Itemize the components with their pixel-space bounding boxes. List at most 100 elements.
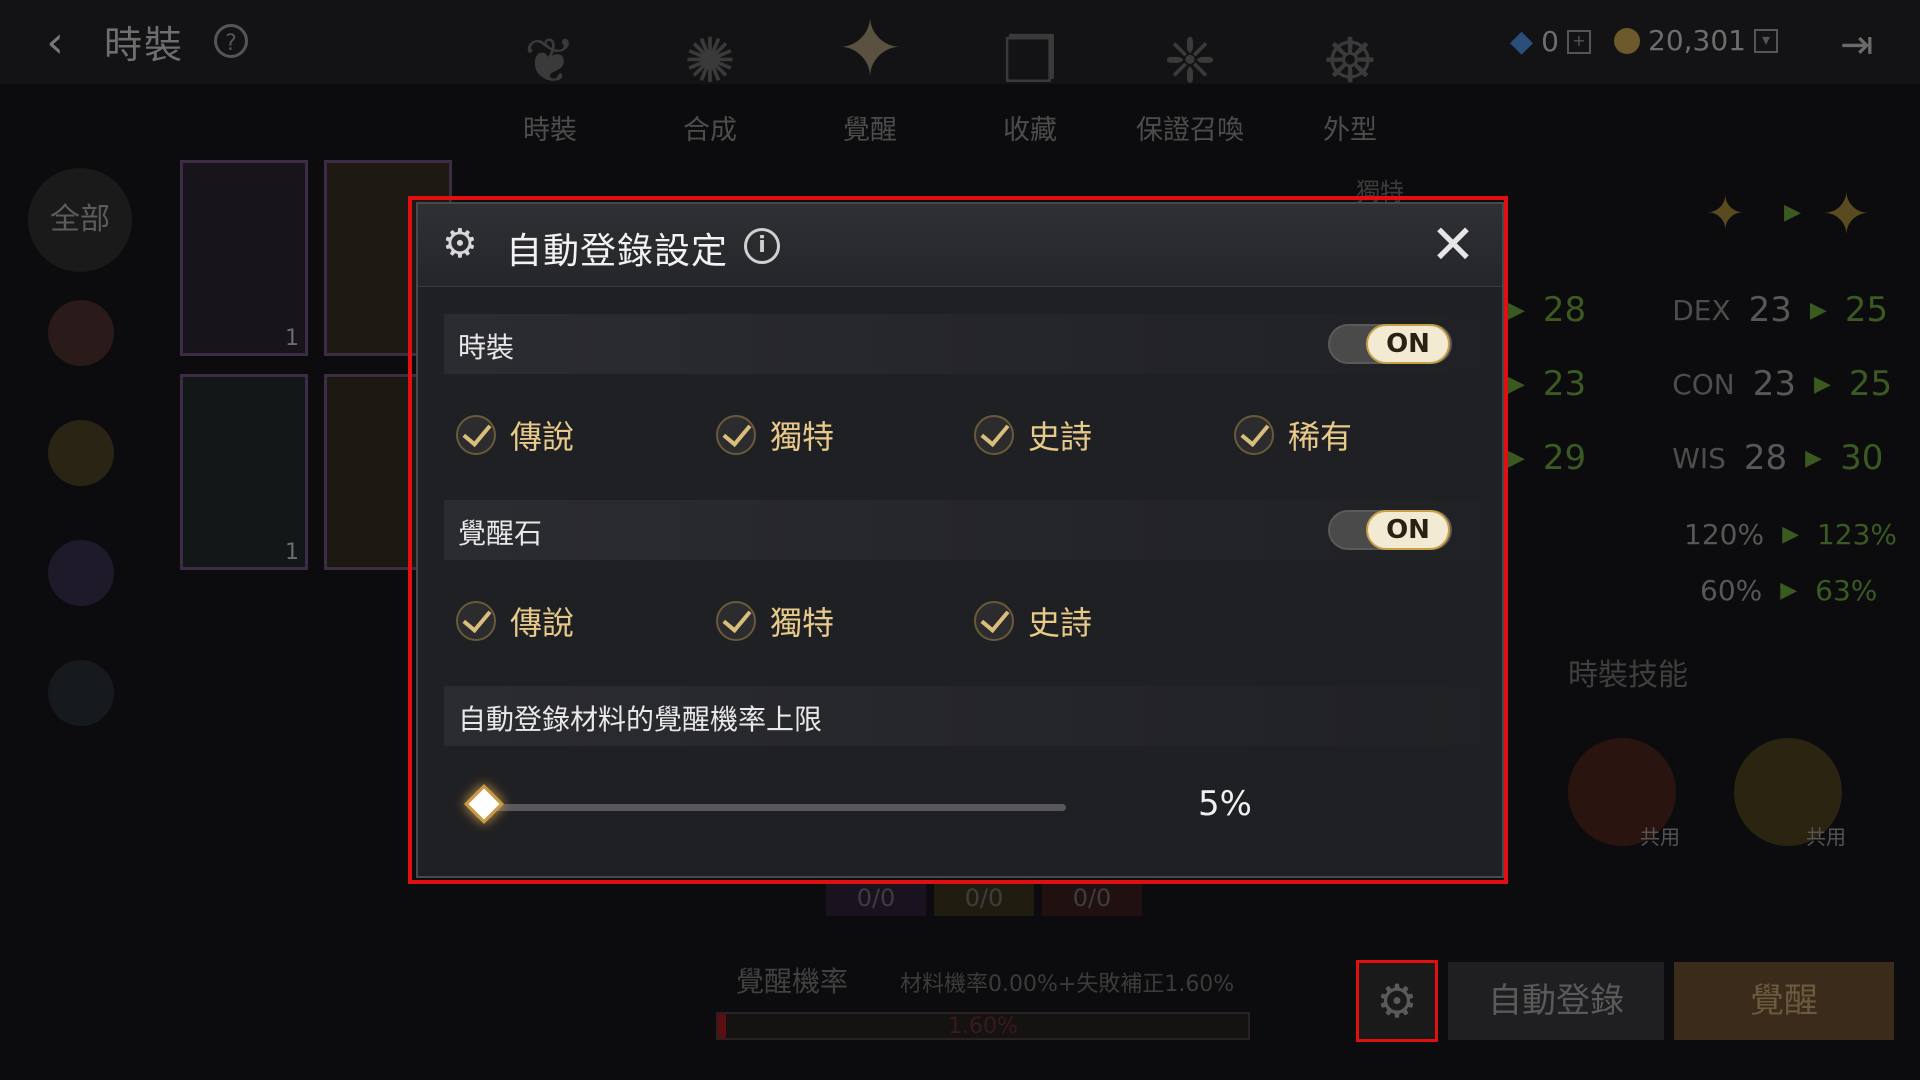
check-icon — [456, 415, 496, 455]
awaken-button[interactable]: 覺醒 — [1674, 962, 1894, 1040]
costume-toggle[interactable]: ON — [1328, 324, 1452, 364]
pct-to: 63% — [1815, 574, 1878, 607]
stat-label: WIS — [1672, 441, 1726, 475]
costume-card[interactable]: 1 — [180, 160, 308, 356]
stat-label: DEX — [1672, 293, 1731, 327]
checkbox-label: 傳說 — [510, 604, 575, 642]
filter-all-button[interactable]: 全部 — [28, 168, 132, 272]
stat-to: 28 — [1542, 290, 1587, 330]
auto-register-settings-button[interactable]: ⚙ — [1356, 960, 1438, 1042]
check-icon — [456, 601, 496, 641]
auto-register-button[interactable]: 自動登錄 — [1448, 962, 1664, 1040]
tab-costume[interactable]: ❦ 時裝 — [480, 26, 620, 147]
stat-pct-row: 60% ▶ 63% — [1700, 574, 1877, 607]
filter-grade-icon[interactable] — [48, 660, 114, 726]
checkbox-label: 獨特 — [770, 604, 835, 642]
filter-grade-icon[interactable] — [48, 300, 114, 366]
checkbox-stone-epic[interactable]: 史詩 — [974, 598, 1092, 644]
tab-label: 收藏 — [1003, 115, 1057, 146]
tab-synthesis[interactable]: ✺ 合成 — [640, 26, 780, 147]
stat-row: ▶ 23 CON 23 ▶ 25 — [1508, 364, 1892, 404]
checkbox-costume-rare[interactable]: 稀有 — [1234, 412, 1352, 458]
rate-limit-value: 5% — [1198, 784, 1252, 824]
tab-label: 合成 — [683, 115, 737, 146]
rate-limit-slider-track[interactable] — [486, 804, 1066, 811]
checkbox-label: 史詩 — [1028, 418, 1093, 456]
checkbox-stone-unique[interactable]: 獨特 — [716, 598, 834, 644]
awaken-tab-icon: ✦ — [836, 2, 904, 95]
checkbox-label: 史詩 — [1028, 604, 1093, 642]
costume-card[interactable]: 1 — [180, 374, 308, 570]
stat-pct-row: 120% ▶ 123% — [1684, 518, 1897, 551]
gold-amount: 20,301 — [1648, 24, 1746, 57]
material-slot[interactable]: 0/0 — [934, 880, 1034, 916]
checkbox-costume-unique[interactable]: 獨特 — [716, 412, 834, 458]
tab-guaranteed-summon[interactable]: ❈ 保證召喚 — [1120, 26, 1260, 147]
section-awakening-stone: 覺醒石 ON — [444, 500, 1480, 560]
stat-row: ▶ 28 DEX 23 ▶ 25 — [1508, 290, 1888, 330]
checkbox-label: 獨特 — [770, 418, 835, 456]
pct-from: 60% — [1700, 574, 1763, 607]
check-icon — [974, 601, 1014, 641]
checkbox-stone-legend[interactable]: 傳說 — [456, 598, 574, 644]
arrow-icon: ▶ — [1782, 522, 1799, 547]
back-arrow-icon[interactable]: ‹ — [30, 18, 80, 68]
arrow-icon: ▶ — [1508, 445, 1525, 471]
filter-grade-icon[interactable] — [48, 540, 114, 606]
tab-label: 時裝 — [523, 115, 577, 146]
tab-appearance[interactable]: ☸ 外型 — [1280, 26, 1420, 147]
add-gem-icon[interactable]: + — [1566, 29, 1591, 54]
star-icon: ✦ — [1706, 186, 1745, 240]
awaken-rate-bar-text: 1.60% — [948, 1014, 1018, 1039]
gem-currency: ◆ 0 + — [1510, 24, 1591, 59]
check-icon — [1234, 415, 1274, 455]
section-label: 自動登錄材料的覺醒機率上限 — [458, 703, 823, 736]
checkbox-label: 傳說 — [510, 418, 575, 456]
card-count: 1 — [285, 540, 299, 565]
stat-from: 23 — [1748, 290, 1792, 330]
toggle-knob: ON — [1366, 510, 1450, 550]
costume-tab-icon: ❦ — [524, 24, 576, 97]
gem-icon: ◆ — [1510, 24, 1534, 59]
arrow-icon: ▶ — [1508, 297, 1525, 323]
tab-label: 覺醒 — [843, 115, 897, 146]
checkbox-label: 稀有 — [1288, 418, 1353, 456]
coin-icon — [1614, 27, 1640, 54]
skill-icon[interactable]: 共用 — [1734, 738, 1846, 849]
close-icon[interactable]: ✕ — [1428, 218, 1478, 272]
summon-tab-icon: ❈ — [1164, 24, 1216, 97]
checkbox-costume-epic[interactable]: 史詩 — [974, 412, 1092, 458]
tab-label: 外型 — [1323, 115, 1377, 146]
filter-grade-icon[interactable] — [48, 420, 114, 486]
arrow-icon: ▶ — [1784, 200, 1801, 225]
skill-icon[interactable]: 共用 — [1568, 738, 1680, 849]
tab-awaken[interactable]: ✦ 覺醒 — [800, 2, 940, 147]
checkbox-costume-legend[interactable]: 傳說 — [456, 412, 574, 458]
stat-to: 29 — [1542, 438, 1587, 478]
arrow-icon: ▶ — [1780, 578, 1798, 603]
tab-collection[interactable]: ❐ 收藏 — [960, 26, 1100, 147]
dropdown-icon[interactable]: ▾ — [1753, 28, 1778, 53]
gem-amount: 0 — [1541, 25, 1559, 58]
section-rate-limit: 自動登錄材料的覺醒機率上限 — [444, 686, 1480, 746]
stat-label: CON — [1672, 367, 1735, 401]
rate-limit-slider-handle[interactable] — [464, 784, 504, 824]
awakening-stone-toggle[interactable]: ON — [1328, 510, 1452, 550]
tab-label: 保證召喚 — [1136, 115, 1244, 146]
check-icon — [716, 601, 756, 641]
pct-to: 123% — [1816, 518, 1898, 551]
help-icon[interactable]: ? — [214, 24, 248, 58]
material-slot[interactable]: 0/0 — [826, 880, 926, 916]
material-slot[interactable]: 0/0 — [1042, 880, 1142, 916]
stat-from: 28 — [1743, 438, 1788, 478]
auto-register-settings-dialog: ⚙ 自動登錄設定 i ✕ 時裝 ON 傳說 獨特 史詩 稀有 覺醒石 ON 傳說 — [416, 202, 1504, 878]
info-icon[interactable]: i — [744, 228, 780, 264]
arrow-icon: ▶ — [1814, 371, 1831, 397]
awaken-rate-detail: 材料機率0.00%+失敗補正1.60% — [900, 972, 1235, 997]
mask-tab-icon: ☸ — [1322, 24, 1378, 97]
check-icon — [974, 415, 1014, 455]
awaken-rate-label: 覺醒機率 — [736, 965, 849, 998]
exit-icon[interactable]: ⇥ — [1840, 22, 1874, 68]
card-count: 1 — [285, 326, 299, 351]
stat-to: 25 — [1844, 290, 1889, 330]
